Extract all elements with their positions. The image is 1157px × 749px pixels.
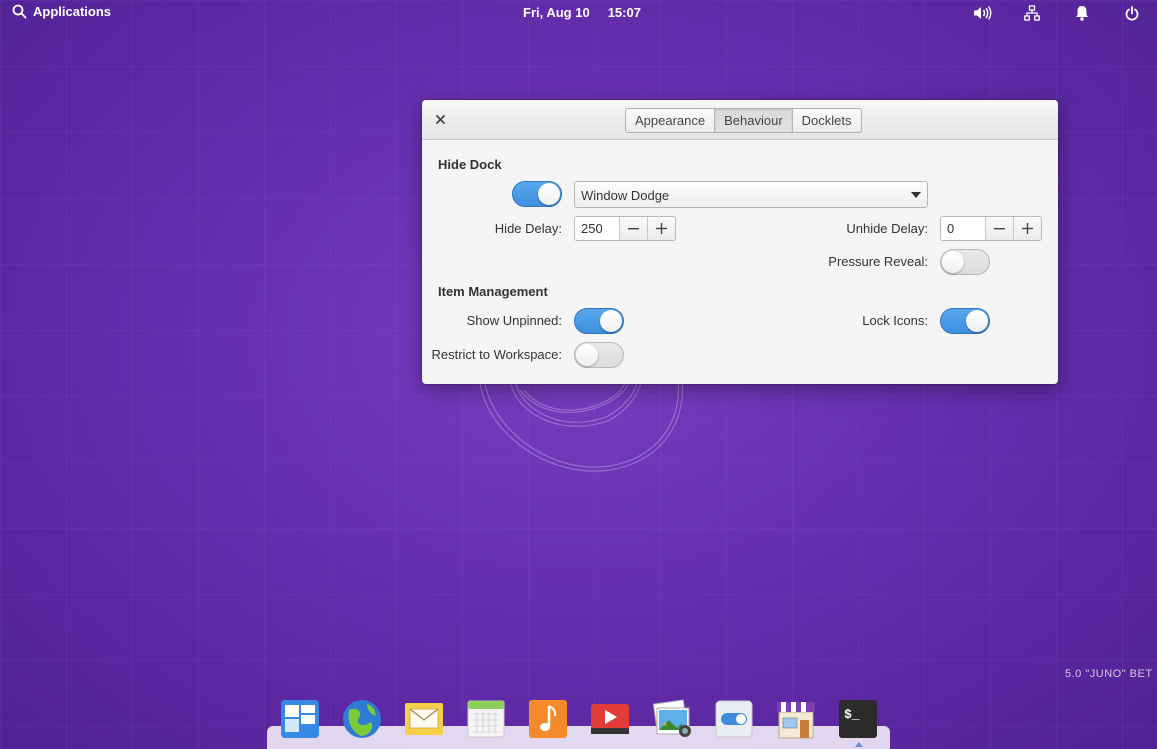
network-indicator[interactable] [1007,3,1057,23]
unhide-delay-increase-button[interactable] [1013,217,1041,240]
switch-knob [966,310,988,332]
hide-dock-heading: Hide Dock [438,157,502,172]
notifications-indicator[interactable] [1057,3,1107,23]
settings-icon [715,700,753,738]
version-watermark: 5.0 "JUNO" BET [1065,668,1153,680]
tab-switcher: Appearance Behaviour Docklets [625,108,862,133]
music-icon [529,700,567,738]
dock-item-music[interactable] [527,698,569,740]
network-icon [1024,5,1040,21]
search-icon [12,4,27,19]
dock-item-photos[interactable] [651,698,693,740]
minus-icon [994,227,1005,229]
minus-icon [628,227,639,229]
unhide-delay-label: Unhide Delay: [846,221,928,236]
hide-mode-dropdown[interactable]: Window Dodge [574,181,928,208]
dock-item-appcenter[interactable] [775,698,817,740]
dock-item-mail[interactable] [403,698,445,740]
show-unpinned-switch[interactable] [574,308,624,334]
unhide-delay-input[interactable] [941,217,985,240]
hide-delay-increase-button[interactable] [647,217,675,240]
mail-icon [405,703,443,735]
volume-indicator[interactable] [957,3,1007,23]
switch-knob [942,251,964,273]
dock-item-calendar[interactable] [465,698,507,740]
multitasking-view-icon [281,700,319,738]
terminal-running-indicator [855,742,863,747]
plus-icon [656,223,667,234]
restrict-workspace-switch[interactable] [574,342,624,368]
unhide-delay-spinbutton [940,216,1042,241]
dropdown-arrow-icon [911,192,921,198]
show-unpinned-label: Show Unpinned: [466,313,562,328]
close-button[interactable] [432,111,448,127]
hide-delay-decrease-button[interactable] [619,217,647,240]
tab-appearance[interactable]: Appearance [626,109,716,132]
item-management-heading: Item Management [438,284,548,299]
close-icon [435,114,445,124]
bell-icon [1076,6,1088,21]
dock-item-multitasking[interactable] [279,698,321,740]
pressure-reveal-label: Pressure Reveal: [828,254,928,269]
dialog-titlebar[interactable]: Appearance Behaviour Docklets [422,100,1058,140]
applications-menu[interactable]: Applications [12,4,111,19]
indicator-area [957,3,1157,23]
datetime-indicator[interactable]: Fri, Aug 10 15:07 [523,5,641,20]
videos-icon [591,704,629,734]
behaviour-panel: Hide Dock Window Dodge Hide Delay: Unhid… [422,141,1058,384]
switch-knob [600,310,622,332]
unhide-delay-decrease-button[interactable] [985,217,1013,240]
session-indicator[interactable] [1107,3,1157,23]
dock-item-web-browser[interactable] [341,698,383,740]
hide-delay-input[interactable] [575,217,619,240]
dock-item-videos[interactable] [589,698,631,740]
applications-label: Applications [33,4,112,19]
svg-text:$_: $_ [844,707,860,722]
calendar-icon [467,700,505,738]
dock-preferences-dialog: Appearance Behaviour Docklets Hide Dock … [422,100,1058,384]
power-icon [1125,5,1139,20]
pressure-reveal-switch[interactable] [940,249,990,275]
restrict-workspace-label: Restrict to Workspace: [431,347,562,362]
hide-dock-switch[interactable] [512,181,562,207]
lock-icons-switch[interactable] [940,308,990,334]
time-label: 15:07 [607,5,641,20]
hide-delay-label: Hide Delay: [494,221,562,236]
tab-behaviour[interactable]: Behaviour [715,109,793,132]
appcenter-icon [777,702,815,739]
plus-icon [1022,223,1033,234]
date-label: Fri, Aug 10 [523,5,590,20]
lock-icons-label: Lock Icons: [862,313,928,328]
photos-icon [652,699,691,737]
switch-knob [576,344,598,366]
top-panel: Applications Fri, Aug 10 15:07 [0,0,1157,26]
hide-delay-spinbutton [574,216,676,241]
dock-item-terminal[interactable]: $_ [837,698,879,740]
tab-docklets[interactable]: Docklets [793,109,861,132]
web-browser-icon [343,700,381,738]
terminal-icon: $_ [839,700,877,738]
hide-mode-value: Window Dodge [581,188,670,203]
volume-icon [974,6,992,20]
dock-item-settings[interactable] [713,698,755,740]
switch-knob [538,183,560,205]
